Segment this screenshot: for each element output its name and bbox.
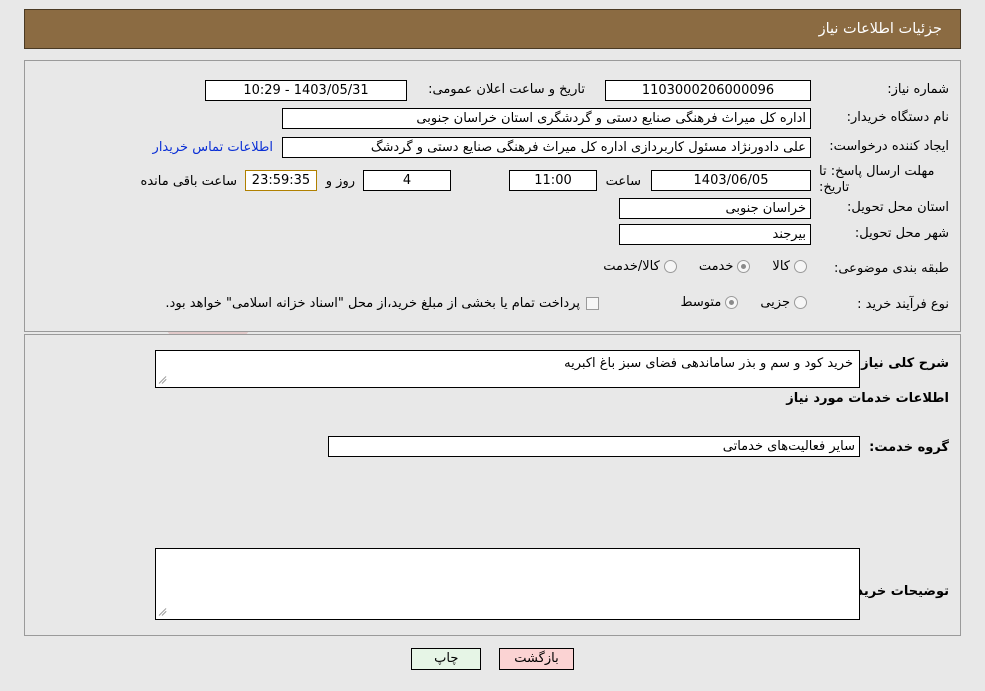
deadline-label-line1: مهلت ارسال پاسخ: تا: [819, 164, 935, 179]
row-province: استان محل تحویل:: [819, 200, 949, 215]
treasury-note-checkbox[interactable]: [586, 297, 599, 310]
public-announce-label: تاریخ و ساعت اعلان عمومی:: [428, 82, 585, 97]
public-announce-field[interactable]: 10:29 - 1403/05/31: [205, 80, 407, 101]
row-need-number: شماره نیاز:: [819, 82, 949, 97]
service-group-field[interactable]: سایر فعالیت‌های خدماتی: [328, 436, 860, 457]
row-public-announce: تاریخ و ساعت اعلان عمومی:: [428, 82, 585, 97]
radio-motevaset[interactable]: [725, 296, 739, 309]
page-title: جزئیات اطلاعات نیاز: [818, 21, 942, 37]
row-category: طبقه بندی موضوعی:: [819, 261, 949, 276]
category-option-kala-label: کالا: [772, 259, 790, 274]
process-type-label: نوع فرآیند خرید :: [857, 297, 949, 312]
process-type-radio-group: جزیی متوسط: [678, 295, 811, 310]
page-header: جزئیات اطلاعات نیاز: [24, 9, 961, 49]
countdown-timer-label: ساعت باقی مانده: [140, 174, 237, 189]
summary-panel: [24, 60, 961, 332]
back-button[interactable]: بازگشت: [499, 648, 574, 670]
buyer-org-field[interactable]: اداره کل میراث فرهنگی صنایع دستی و گردشگ…: [282, 108, 811, 129]
service-group-label: گروه خدمت:: [869, 440, 949, 455]
need-description-textarea[interactable]: خرید کود و سم و بذر ساماندهی فضای سبز با…: [155, 350, 860, 388]
deadline-days-label: روز و: [325, 174, 355, 189]
category-option-kala[interactable]: کالا: [770, 259, 811, 274]
services-section-heading: اطلاعات خدمات مورد نیاز: [786, 391, 949, 406]
radio-jozei[interactable]: [794, 296, 807, 309]
radio-kala-khedmat[interactable]: [663, 260, 677, 273]
row-process-type: نوع فرآیند خرید :: [819, 297, 949, 312]
need-number-field[interactable]: 1103000206000096: [605, 80, 811, 101]
row-request-creator: ایجاد کننده درخواست:: [819, 139, 949, 154]
city-label: شهر محل تحویل:: [854, 226, 949, 241]
countdown-timer-field: 23:59:35: [245, 170, 317, 191]
buyer-notes-textarea[interactable]: [155, 548, 860, 620]
print-button[interactable]: چاپ: [411, 648, 482, 670]
footer-button-bar: بازگشت چاپ: [0, 648, 985, 670]
need-number-label: شماره نیاز:: [887, 82, 949, 97]
category-option-khedmat-label: خدمت: [698, 259, 734, 274]
row-city: شهر محل تحویل:: [819, 226, 949, 241]
panel-divider: [24, 331, 961, 332]
process-option-motevaset-label: متوسط: [680, 295, 722, 310]
request-creator-label: ایجاد کننده درخواست:: [829, 139, 949, 154]
page-root: جزئیات اطلاعات نیاز AnaTender.net شماره …: [0, 0, 985, 691]
deadline-days-field[interactable]: 4: [363, 170, 451, 191]
category-label: طبقه بندی موضوعی:: [833, 261, 949, 276]
radio-kala[interactable]: [794, 260, 807, 273]
city-field[interactable]: بیرجند: [619, 224, 811, 245]
need-description-label: شرح کلی نیاز:: [855, 356, 949, 371]
process-option-jozei[interactable]: جزیی: [758, 295, 811, 310]
deadline-label: مهلت ارسال پاسخ: تا تاریخ:: [819, 164, 949, 196]
process-option-motevaset[interactable]: متوسط: [678, 295, 742, 310]
treasury-note-row: پرداخت تمام یا بخشی از مبلغ خرید،از محل …: [165, 296, 599, 311]
resize-handle-icon[interactable]: [158, 374, 170, 386]
deadline-date-field[interactable]: 1403/06/05: [651, 170, 811, 191]
category-radio-group: کالا خدمت کالا/خدمت: [601, 259, 811, 274]
row-buyer-org: نام دستگاه خریدار:: [819, 110, 949, 125]
buyer-contact-link[interactable]: اطلاعات تماس خریدار: [153, 140, 273, 155]
radio-khedmat[interactable]: [737, 260, 751, 273]
category-option-kala-khedmat-label: کالا/خدمت: [603, 259, 660, 274]
province-label: استان محل تحویل:: [847, 200, 949, 215]
buyer-notes-value: [156, 549, 859, 553]
deadline-hour-label: ساعت: [605, 174, 641, 189]
deadline-hour-field[interactable]: 11:00: [509, 170, 597, 191]
process-option-jozei-label: جزیی: [760, 295, 790, 310]
resize-handle-icon-notes[interactable]: [158, 606, 170, 618]
category-option-khedmat[interactable]: خدمت: [697, 259, 755, 274]
province-field[interactable]: خراسان جنوبی: [619, 198, 811, 219]
deadline-label-line2: تاریخ:: [819, 180, 850, 195]
category-option-kala-khedmat[interactable]: کالا/خدمت: [601, 259, 681, 274]
need-description-value: خرید کود و سم و بذر ساماندهی فضای سبز با…: [564, 356, 853, 371]
buyer-org-label: نام دستگاه خریدار:: [846, 110, 949, 125]
request-creator-field[interactable]: علی دادورنژاد مسئول کاربردازی اداره کل م…: [282, 137, 811, 158]
treasury-note-text: پرداخت تمام یا بخشی از مبلغ خرید،از محل …: [165, 296, 580, 311]
